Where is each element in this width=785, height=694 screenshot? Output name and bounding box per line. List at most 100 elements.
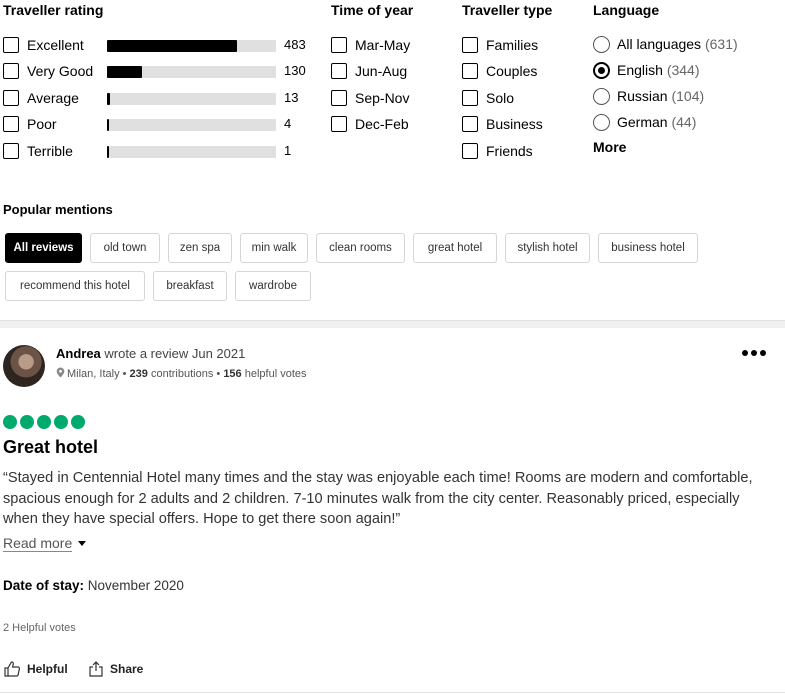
rating-bar-fill — [107, 146, 109, 158]
language-label: English (344) — [617, 62, 700, 78]
language-label: All languages (631) — [617, 36, 738, 52]
type-filter-couples[interactable]: Couples — [462, 62, 537, 80]
language-option-english[interactable]: English (344) — [593, 61, 700, 79]
type-filter-solo[interactable]: Solo — [462, 89, 514, 107]
language-option-german[interactable]: German (44) — [593, 113, 696, 131]
chip-wardrobe[interactable]: wardrobe — [235, 271, 311, 301]
rating-count: 13 — [284, 90, 299, 105]
chip-great-hotel[interactable]: great hotel — [413, 233, 497, 263]
share-button[interactable]: Share — [88, 661, 143, 677]
chip-min-walk[interactable]: min walk — [240, 233, 308, 263]
review-title[interactable]: Great hotel — [3, 437, 98, 458]
rating-bubble-icon — [20, 415, 34, 429]
chip-breakfast[interactable]: breakfast — [153, 271, 227, 301]
rating-bubble-icon — [54, 415, 68, 429]
reviewer-helpful-votes: 156 — [223, 368, 242, 380]
checkbox[interactable] — [3, 143, 19, 159]
review-action-text: wrote a review Jun 2021 — [104, 346, 246, 361]
rating-bar-terrible — [107, 146, 276, 158]
checkbox[interactable] — [462, 63, 478, 79]
checkbox[interactable] — [462, 90, 478, 106]
read-more-label: Read more — [3, 535, 73, 552]
type-label: Families — [486, 37, 539, 53]
checkbox[interactable] — [3, 116, 19, 132]
language-option-russian[interactable]: Russian (104) — [593, 87, 704, 105]
rating-bar-very-good — [107, 66, 276, 78]
date-of-stay: Date of stay: November 2020 — [3, 578, 184, 593]
checkbox[interactable] — [462, 37, 478, 53]
radio-button[interactable] — [593, 113, 610, 131]
contributions-label: contributions — [150, 368, 214, 380]
rating-bubble-icon — [3, 415, 17, 429]
checkbox[interactable] — [3, 37, 19, 53]
bottom-divider — [0, 692, 785, 693]
rating-count: 483 — [284, 37, 306, 52]
more-languages-link[interactable]: More — [593, 139, 626, 155]
helpful-votes-label: helpful votes — [244, 368, 307, 380]
checkbox[interactable] — [3, 90, 19, 106]
rating-filter-very-good[interactable]: Very Good — [3, 62, 93, 80]
avatar[interactable] — [3, 345, 45, 387]
read-more-toggle[interactable]: Read more — [3, 535, 87, 552]
rating-bar-fill — [107, 93, 111, 105]
chevron-down-icon — [78, 541, 87, 546]
review-text: “Stayed in Centennial Hotel many times a… — [3, 470, 753, 527]
chip-zen-spa[interactable]: zen spa — [168, 233, 232, 263]
chip-old-town[interactable]: old town — [90, 233, 160, 263]
rating-label: Terrible — [27, 143, 73, 159]
type-filter-business[interactable]: Business — [462, 115, 543, 133]
language-label: Russian (104) — [617, 88, 705, 104]
checkbox[interactable] — [462, 143, 478, 159]
chip-business-hotel[interactable]: business hotel — [598, 233, 698, 263]
rating-count: 130 — [284, 63, 306, 78]
helpful-button-label: Helpful — [27, 662, 68, 676]
rating-bar-fill — [107, 40, 238, 52]
rating-filter-average[interactable]: Average — [3, 89, 79, 107]
more-options-icon[interactable] — [742, 350, 766, 356]
rating-filter-excellent[interactable]: Excellent — [3, 36, 84, 54]
helpful-button[interactable]: Helpful — [4, 661, 68, 677]
reviewer-name[interactable]: Andrea — [56, 346, 101, 361]
checkbox[interactable] — [331, 116, 347, 132]
rating-filter-poor[interactable]: Poor — [3, 115, 57, 133]
language-heading: Language — [593, 2, 660, 18]
reviewer-meta: Milan, Italy • 239 contributions • 156 h… — [56, 367, 307, 381]
reviewer-contributions: 239 — [129, 368, 148, 380]
time-filter-sep-nov[interactable]: Sep-Nov — [331, 89, 409, 107]
checkbox[interactable] — [331, 37, 347, 53]
time-filter-jun-aug[interactable]: Jun-Aug — [331, 62, 407, 80]
checkbox[interactable] — [331, 90, 347, 106]
date-of-stay-value: November 2020 — [87, 578, 184, 593]
rating-label: Excellent — [27, 37, 84, 53]
rating-bar-poor — [107, 119, 276, 131]
review-header: Andrea wrote a review Jun 2021 — [56, 346, 245, 361]
checkbox[interactable] — [462, 116, 478, 132]
type-filter-friends[interactable]: Friends — [462, 142, 533, 160]
helpful-votes-count: 2 Helpful votes — [3, 622, 76, 634]
rating-bubble-icon — [71, 415, 85, 429]
rating-bar-excellent — [107, 40, 276, 52]
rating-bubbles — [3, 415, 85, 429]
language-option-all[interactable]: All languages (631) — [593, 35, 738, 53]
checkbox[interactable] — [331, 63, 347, 79]
radio-button[interactable] — [593, 35, 610, 53]
share-button-label: Share — [110, 662, 144, 676]
chip-all-reviews[interactable]: All reviews — [5, 233, 82, 263]
time-filter-mar-may[interactable]: Mar-May — [331, 36, 410, 54]
rating-bar-fill — [107, 66, 143, 78]
time-of-year-heading: Time of year — [331, 2, 414, 18]
rating-filter-terrible[interactable]: Terrible — [3, 142, 73, 160]
thumbs-up-icon — [4, 661, 21, 677]
chip-clean-rooms[interactable]: clean rooms — [316, 233, 405, 263]
traveller-type-heading: Traveller type — [462, 2, 553, 18]
type-filter-families[interactable]: Families — [462, 36, 538, 54]
checkbox[interactable] — [3, 63, 19, 79]
type-label: Friends — [486, 143, 533, 159]
radio-button[interactable] — [593, 87, 610, 105]
time-label: Jun-Aug — [355, 63, 408, 79]
rating-count: 1 — [284, 143, 292, 158]
time-filter-dec-feb[interactable]: Dec-Feb — [331, 115, 409, 133]
chip-stylish-hotel[interactable]: stylish hotel — [505, 233, 590, 263]
radio-button[interactable] — [593, 61, 610, 79]
chip-recommend-this-hotel[interactable]: recommend this hotel — [5, 271, 145, 301]
